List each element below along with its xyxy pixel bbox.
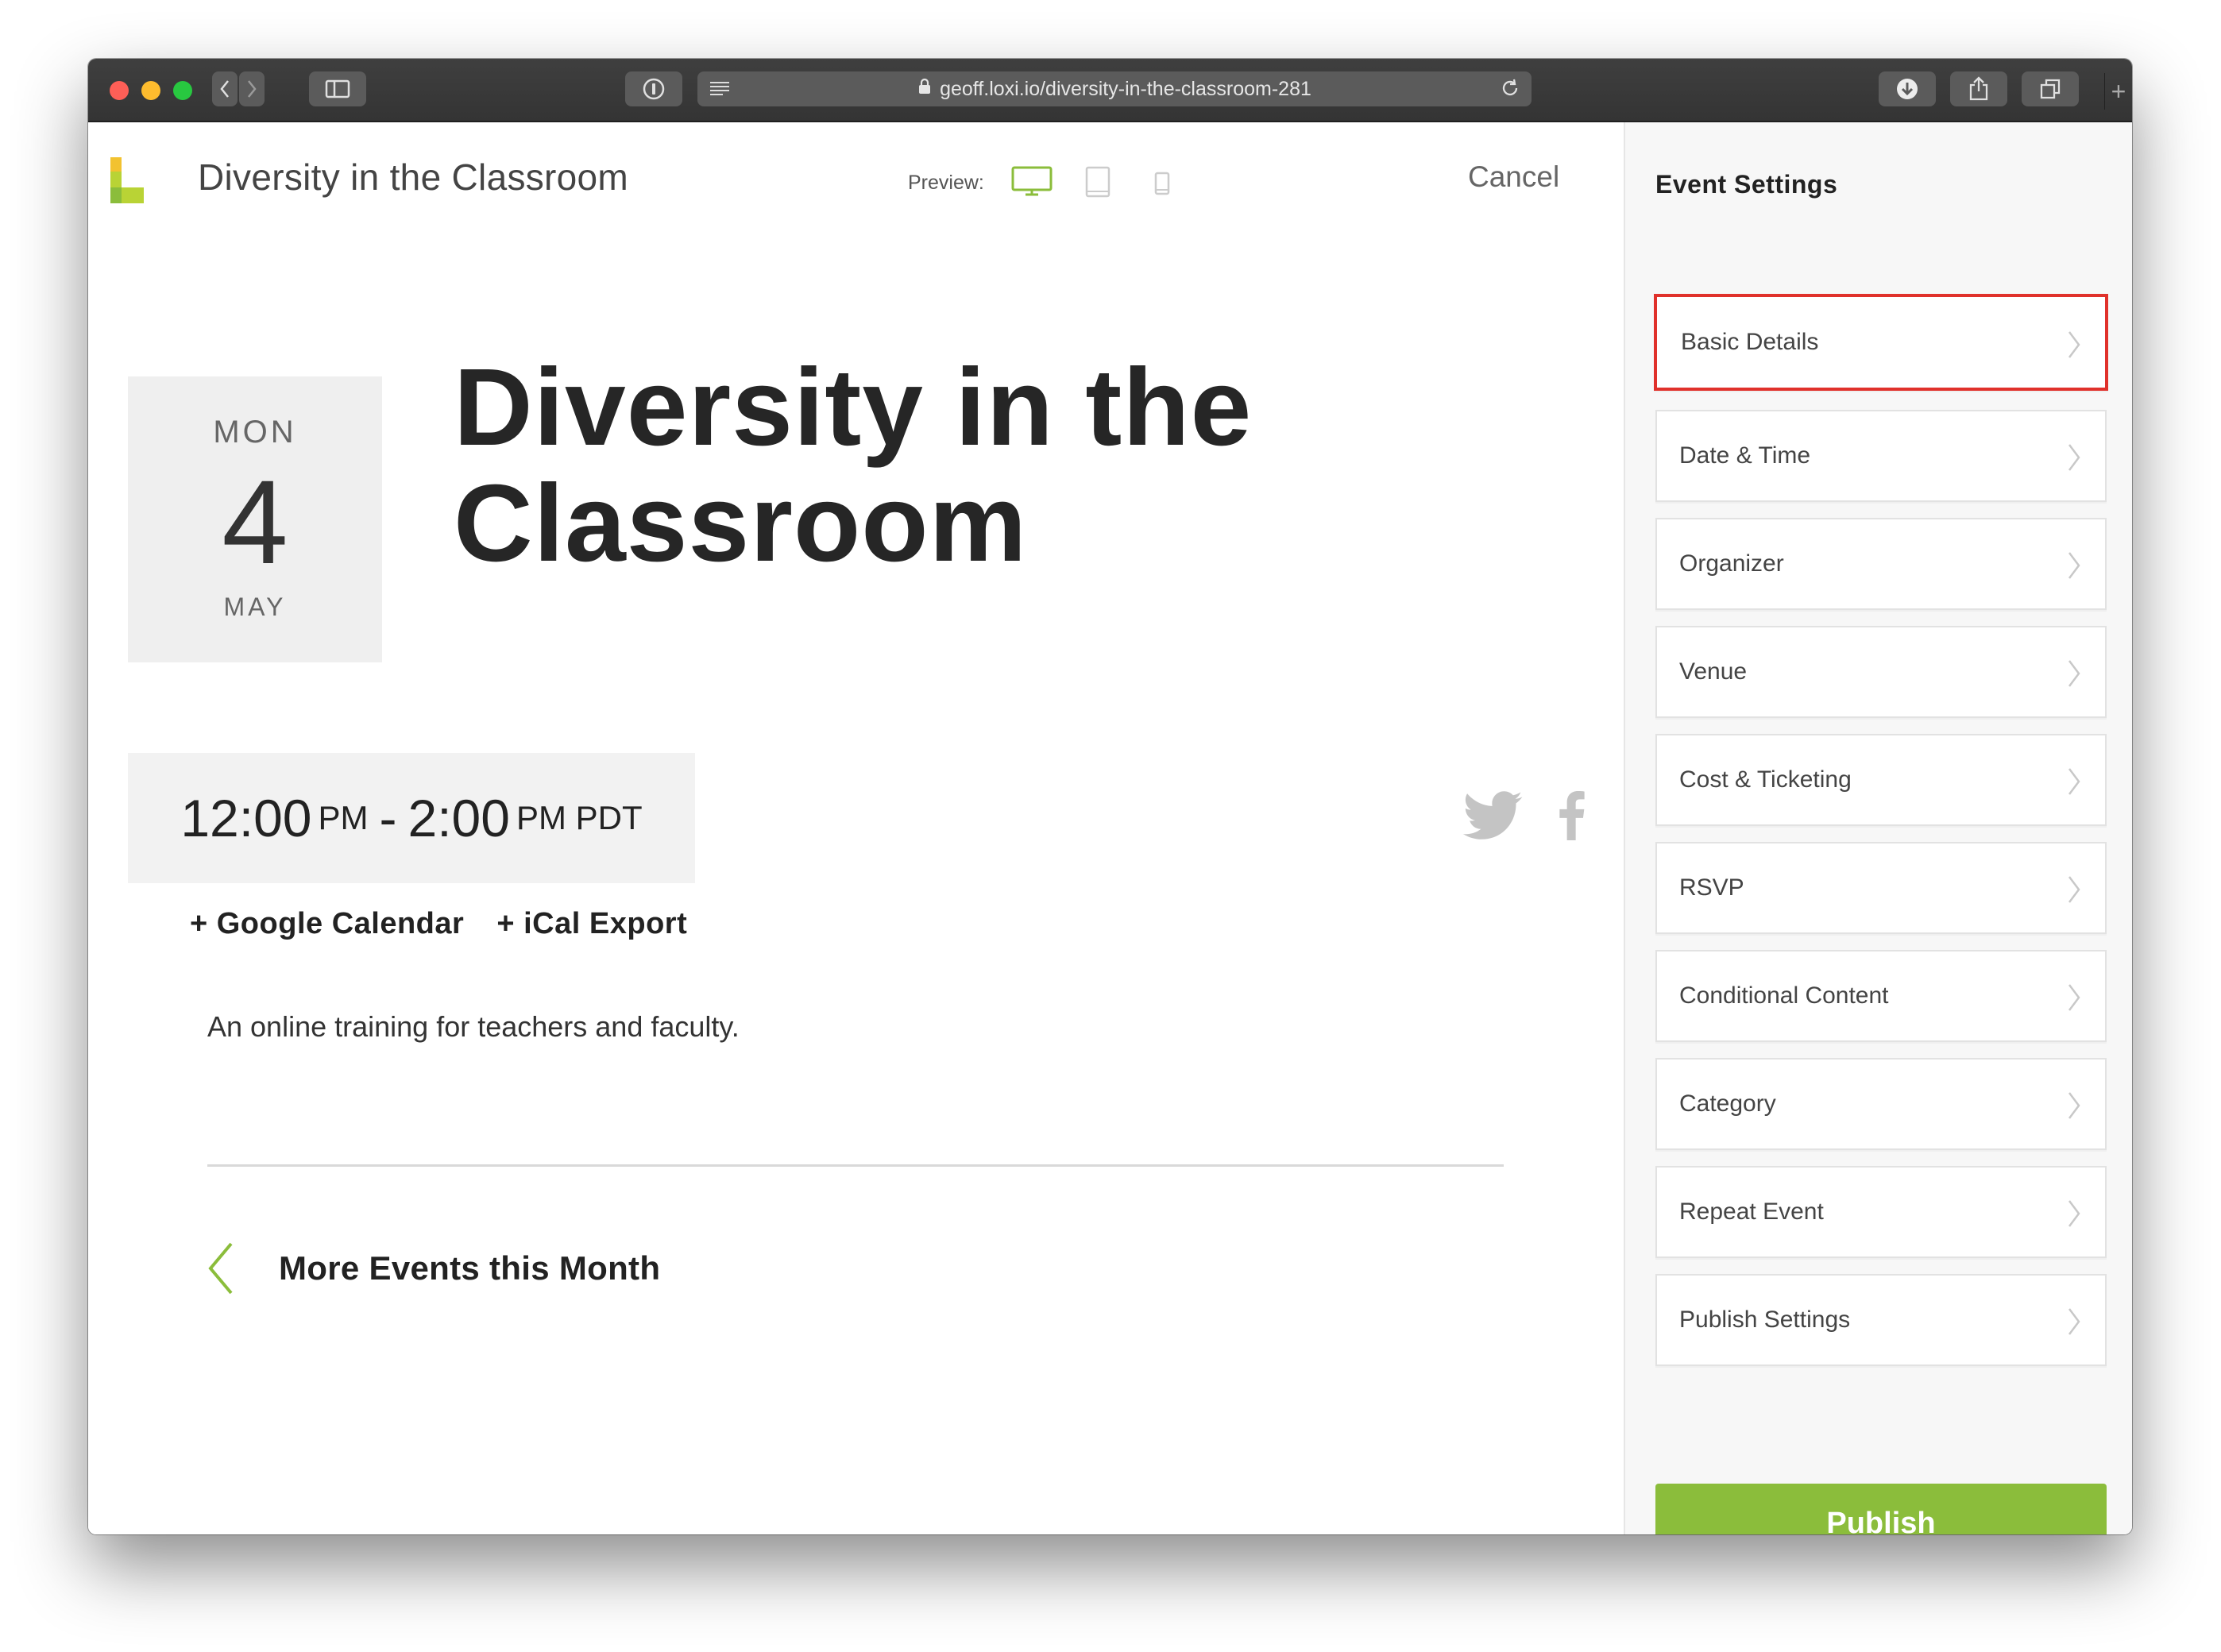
content-divider xyxy=(207,1164,1504,1167)
password-manager-icon xyxy=(643,78,665,100)
end-time: 2:00 xyxy=(408,789,510,847)
lock-icon xyxy=(917,78,932,101)
twitter-icon[interactable] xyxy=(1462,791,1523,840)
calendar-links: + Google Calendar + iCal Export xyxy=(190,907,711,941)
sidebar-item-label: Basic Details xyxy=(1681,329,1819,355)
event-title: Diversity in the Classroom xyxy=(454,346,1253,585)
event-time: 12:00 PM - 2:00 PM PDT xyxy=(128,753,695,883)
password-manager-button[interactable] xyxy=(625,71,682,106)
end-ampm-timezone: PM PDT xyxy=(516,799,643,836)
cancel-link[interactable]: Cancel xyxy=(1468,160,1559,194)
chevron-right-icon xyxy=(2068,1308,2080,1335)
sidebar-item-label: Venue xyxy=(1679,658,1748,685)
back-button[interactable] xyxy=(212,71,238,106)
chevron-right-icon xyxy=(2068,768,2080,795)
chevron-right-icon xyxy=(2068,1200,2080,1227)
sidebar-item-label: Category xyxy=(1679,1090,1776,1117)
reader-view-icon[interactable] xyxy=(709,79,731,102)
tabs-overview-button[interactable] xyxy=(2022,71,2079,106)
chevron-right-icon xyxy=(2068,331,2080,358)
sidebar-item-label: Conditional Content xyxy=(1679,982,1889,1009)
new-tab-button[interactable]: + xyxy=(2104,73,2132,110)
tabs-icon xyxy=(2040,79,2061,99)
sidebar-item-date-time[interactable]: Date & Time xyxy=(1655,410,2107,502)
sidebar-item-organizer[interactable]: Organizer xyxy=(1655,518,2107,610)
chevron-right-icon xyxy=(2068,660,2080,687)
event-description: An online training for teachers and facu… xyxy=(207,1010,740,1043)
google-calendar-link[interactable]: + Google Calendar xyxy=(190,907,464,940)
sidebar-title: Event Settings xyxy=(1655,170,1838,199)
url-text: geoff.loxi.io/diversity-in-the-classroom… xyxy=(940,77,1311,100)
event-day: 4 xyxy=(222,455,288,589)
chevron-right-icon xyxy=(2068,552,2080,579)
sidebar-item-label: Organizer xyxy=(1679,550,1784,577)
chevron-left-icon xyxy=(220,80,229,98)
reload-icon[interactable] xyxy=(1500,78,1520,104)
more-events-link[interactable]: More Events this Month xyxy=(207,1242,660,1295)
tablet-icon[interactable] xyxy=(1085,166,1110,198)
chevron-right-icon xyxy=(2068,876,2080,903)
downloads-button[interactable] xyxy=(1879,71,1936,106)
more-events-label: More Events this Month xyxy=(279,1249,661,1287)
chevron-right-icon xyxy=(248,80,257,98)
address-bar[interactable]: geoff.loxi.io/diversity-in-the-classroom… xyxy=(697,71,1532,106)
publish-button[interactable]: Publish xyxy=(1655,1484,2107,1534)
time-separator: - xyxy=(379,789,397,847)
sidebar-item-category[interactable]: Category xyxy=(1655,1058,2107,1150)
ical-export-link[interactable]: + iCal Export xyxy=(496,907,687,940)
event-date-badge: MON 4 MAY xyxy=(128,376,382,662)
chevron-right-icon xyxy=(2068,1092,2080,1119)
sidebar-icon xyxy=(325,79,350,98)
sidebar-item-cost-ticketing[interactable]: Cost & Ticketing xyxy=(1655,734,2107,826)
zoom-window-button[interactable] xyxy=(173,81,192,100)
chevron-right-icon xyxy=(2068,444,2080,471)
mobile-icon[interactable] xyxy=(1154,172,1170,195)
browser-window: geoff.loxi.io/diversity-in-the-classroom… xyxy=(88,59,2132,1534)
desktop-icon[interactable] xyxy=(1011,166,1053,198)
close-window-button[interactable] xyxy=(110,81,129,100)
preview-label: Preview: xyxy=(908,172,984,194)
event-weekday: MON xyxy=(213,415,297,450)
forward-button[interactable] xyxy=(239,71,265,106)
sidebar-item-label: Publish Settings xyxy=(1679,1307,1851,1333)
start-ampm: PM xyxy=(318,799,369,836)
share-button[interactable] xyxy=(1950,71,2007,106)
browser-toolbar: geoff.loxi.io/diversity-in-the-classroom… xyxy=(88,59,2132,122)
sidebar-item-conditional-content[interactable]: Conditional Content xyxy=(1655,950,2107,1042)
event-preview-area: Diversity in the Classroom Preview: Canc… xyxy=(88,122,1624,1534)
download-icon xyxy=(1897,79,1918,99)
facebook-icon[interactable] xyxy=(1558,791,1585,840)
sidebar-item-label: Date & Time xyxy=(1679,442,1811,469)
sidebar-item-publish-settings[interactable]: Publish Settings xyxy=(1655,1274,2107,1366)
start-time: 12:00 xyxy=(180,789,312,847)
app-title: Diversity in the Classroom xyxy=(198,156,629,198)
sidebar-item-rsvp[interactable]: RSVP xyxy=(1655,842,2107,934)
minimize-window-button[interactable] xyxy=(141,81,160,100)
sidebar-item-basic-details[interactable]: Basic Details xyxy=(1654,294,2108,391)
loxi-logo xyxy=(110,157,144,203)
event-settings-sidebar: Event Settings Basic Details Date & Time… xyxy=(1624,122,2132,1534)
sidebar-item-label: RSVP xyxy=(1679,874,1744,901)
sidebar-toggle-button[interactable] xyxy=(309,71,366,106)
chevron-left-icon xyxy=(208,1242,233,1295)
sidebar-item-label: Cost & Ticketing xyxy=(1679,766,1852,793)
sidebar-item-label: Repeat Event xyxy=(1679,1198,1824,1225)
sidebar-item-venue[interactable]: Venue xyxy=(1655,626,2107,718)
sidebar-item-repeat-event[interactable]: Repeat Event xyxy=(1655,1166,2107,1258)
event-month: MAY xyxy=(223,592,287,621)
share-icon xyxy=(1969,76,1988,101)
chevron-right-icon xyxy=(2068,984,2080,1011)
